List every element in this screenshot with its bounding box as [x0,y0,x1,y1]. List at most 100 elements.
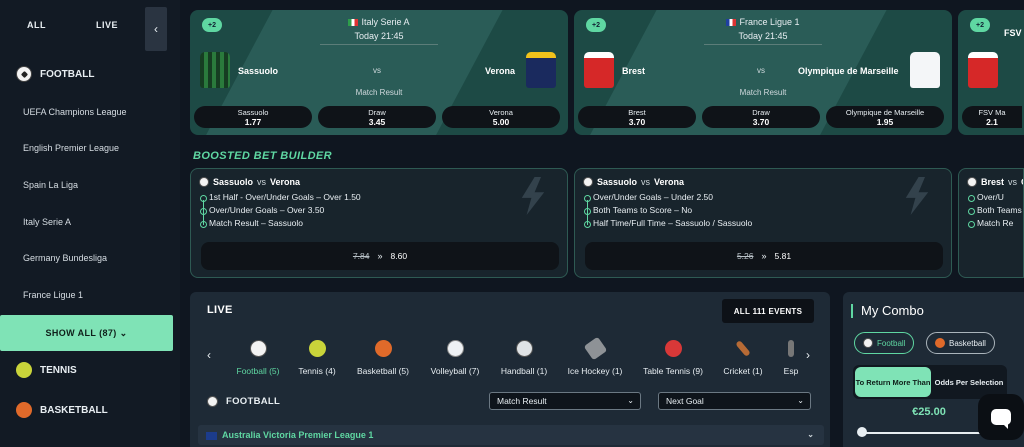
table-tennis-icon [664,340,682,357]
old-odds: 5.26 [736,251,754,261]
bet-builder-header: Sassuolo vs Verona [199,177,300,187]
sidebar-league-serie-a[interactable]: Italy Serie A [23,217,71,227]
sidebar-league-la-liga[interactable]: Spain La Liga [23,180,78,190]
new-odds: 5.81 [774,251,792,261]
sidebar-item-basketball[interactable]: BASKETBALL [16,402,108,418]
live-panel: LIVE ALL 111 EVENTS ‹ › Football (5) Ten… [190,292,830,447]
sidebar: ALL LIVE ‹ FOOTBALL UEFA Champions Leagu… [0,0,180,447]
bet-leg: Over/Under Goals – Under 2.50 [583,192,752,205]
odds-button[interactable]: Verona 5.00 [442,106,560,128]
combo-chip-basketball[interactable]: Basketball [926,332,995,354]
boosted-odds-button[interactable]: 7.84 » 8.60 [201,242,559,270]
divider [320,44,438,45]
odds-button[interactable]: Sassuolo 1.77 [194,106,312,128]
vs-label: vs [373,66,381,75]
amount-slider-handle[interactable] [857,427,867,437]
esports-icon [788,340,794,357]
basketball-icon [374,340,392,357]
market-select[interactable]: Match Result ⌄ [489,392,641,410]
chat-button[interactable] [978,394,1024,440]
football-icon [16,66,32,82]
sport-tab-esports[interactable]: Esp [780,340,802,379]
match-card[interactable]: +2 FSV FSV Ma 2.1 [958,10,1024,135]
bet-leg: Half Time/Full Time – Sassuolo / Sassuol… [583,218,752,231]
volleyball-icon [446,340,464,357]
chevron-left-icon: ‹ [154,22,158,36]
italy-flag-icon [348,19,359,27]
sidebar-tabs: ALL LIVE ‹ [0,0,180,51]
collapse-sidebar-button[interactable]: ‹ [145,7,167,51]
australia-flag-icon [206,431,217,440]
sport-tab-handball[interactable]: Handball (1) [497,340,551,379]
bet-leg: Both Teams to Score – No [583,205,752,218]
scroll-left-icon[interactable]: ‹ [207,348,211,362]
bet-builder-card[interactable]: Sassuolo vs Verona Over/Under Goals – Unde… [574,168,952,278]
toggle-return-more-than[interactable]: To Return More Than [855,367,931,397]
scroll-right-icon[interactable]: › [806,348,810,362]
odds-button[interactable]: Olympique de Marseille 1.95 [826,106,944,128]
sidebar-item-football[interactable]: FOOTBALL [16,66,94,82]
sidebar-item-label: TENNIS [40,364,77,376]
football-icon [967,177,977,187]
football-icon [207,396,218,407]
sport-tab-football[interactable]: Football (5) [230,340,286,379]
home-jersey-icon [584,52,614,88]
sport-tab-volleyball[interactable]: Volleyball (7) [426,340,484,379]
next-goal-select[interactable]: Next Goal ⌄ [658,392,811,410]
tennis-icon [308,340,326,357]
sidebar-item-label: BASKETBALL [40,404,108,416]
chat-icon [991,409,1011,429]
odds-button[interactable]: Draw 3.45 [318,106,436,128]
toggle-odds-per-selection[interactable]: Odds Per Selection [931,367,1007,397]
odds-button[interactable]: FSV Ma 2.1 [962,106,1022,128]
bet-builder-card[interactable]: BrestvsO Over/U Both Teams Match Re [958,168,1024,278]
tennis-icon [16,362,32,378]
boost-badge: +2 [970,18,990,32]
away-team: Olympique de Marseille [798,66,899,76]
bet-leg: 1st Half - Over/Under Goals – Over 1.50 [199,192,361,205]
bet-legs: Over/U Both Teams Match Re [967,192,1022,231]
combo-chip-football[interactable]: Football [854,332,915,354]
lightning-icon [521,177,545,215]
bet-leg: Over/Under Goals – Over 3.50 [199,205,361,218]
all-events-button[interactable]: ALL 111 EVENTS [722,299,814,323]
match-card[interactable]: +2 Italy Serie A Today 21:45 Sassuolo vs… [190,10,568,135]
match-league: FSV [1004,28,1022,38]
sidebar-league-ligue-1[interactable]: France Ligue 1 [23,290,83,300]
home-team: Sassuolo [238,66,279,76]
home-team: Brest [622,66,646,76]
away-team: Verona [485,66,516,76]
double-arrow-icon: » [761,251,767,261]
amount-slider-track[interactable] [861,432,981,434]
tab-all[interactable]: ALL [27,20,46,30]
match-time: Today 21:45 [738,31,788,41]
sidebar-league-champions-league[interactable]: UEFA Champions League [23,107,127,117]
match-card[interactable]: +2 France Ligue 1 Today 21:45 Brest vs O… [574,10,952,135]
tab-live[interactable]: LIVE [96,20,118,30]
sport-tab-table-tennis[interactable]: Table Tennis (9) [638,340,708,379]
league-row[interactable]: Australia Victoria Premier League 1 ⌄ [198,425,824,445]
match-time: Today 21:45 [354,31,404,41]
sidebar-item-tennis[interactable]: TENNIS [16,362,77,378]
show-all-button[interactable]: SHOW ALL (87) ⌄ [0,315,173,351]
divider [704,44,822,45]
boosted-odds-button[interactable]: 5.26 » 5.81 [585,242,943,270]
sport-tab-tennis[interactable]: Tennis (4) [294,340,340,379]
sidebar-league-bundesliga[interactable]: Germany Bundesliga [23,253,107,263]
cricket-icon [735,340,751,357]
bet-builder-card[interactable]: Sassuolo vs Verona 1st Half - Over/Under G… [190,168,568,278]
odds-button[interactable]: Draw 3.70 [702,106,820,128]
chevron-down-icon: ⌄ [797,396,804,405]
sport-tab-ice-hockey[interactable]: Ice Hockey (1) [564,336,626,379]
match-league: France Ligue 1 [574,17,952,27]
odds-button[interactable]: Brest 3.70 [578,106,696,128]
lightning-icon [905,177,929,215]
bet-leg: Match Result – Sassuolo [199,218,361,231]
football-icon [863,338,873,348]
home-jersey-icon [200,52,230,88]
sidebar-item-label: FOOTBALL [40,68,95,80]
sport-tab-basketball[interactable]: Basketball (5) [353,340,413,379]
sidebar-league-premier-league[interactable]: English Premier League [23,143,119,153]
sport-tab-cricket[interactable]: Cricket (1) [720,340,766,379]
bet-builder-header: Sassuolo vs Verona [583,177,684,187]
